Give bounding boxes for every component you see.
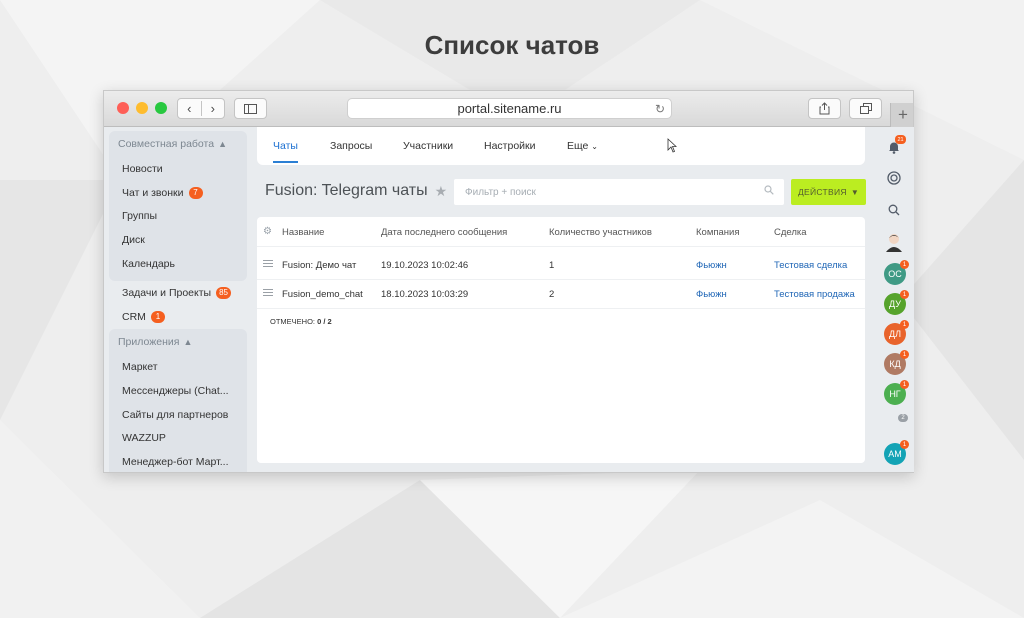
nav-item-groups[interactable]: Группы — [109, 204, 247, 228]
unread-badge: 1 — [900, 290, 909, 299]
company-link[interactable]: Фьюжн — [696, 279, 727, 309]
tab-participants[interactable]: Участники — [403, 140, 453, 152]
unread-badge: 1 — [900, 320, 909, 329]
nav-item-messengers[interactable]: Мессенджеры (Chat... — [109, 379, 247, 403]
contact-avatar[interactable]: КД 1 — [884, 350, 909, 375]
new-tab-button[interactable]: + — [890, 103, 913, 127]
nav-group-collab: Совместная работа ▲ Новости Чат и звонки 7… — [109, 131, 247, 282]
more-contacts-count[interactable]: 2 — [898, 414, 908, 422]
contact-avatar[interactable]: НГ 1 — [884, 380, 909, 405]
actions-button[interactable]: ДЕЙСТВИЯ ▼ — [791, 179, 866, 205]
left-menu: Совместная работа ▲ Новости Чат и звонки 7… — [109, 131, 247, 472]
nav-item-wazzup[interactable]: WAZZUP — [109, 427, 247, 451]
chevron-down-icon: ⌄ — [591, 142, 598, 151]
row-menu-icon[interactable] — [263, 260, 273, 269]
nav-group-apps: Приложения ▲ Маркет Мессенджеры (Chat... … — [109, 329, 247, 472]
column-header[interactable]: Сделка — [774, 217, 807, 247]
deal-link[interactable]: Тестовая продажа — [774, 279, 855, 309]
search-button[interactable] — [884, 200, 904, 220]
share-icon — [819, 102, 830, 115]
search-icon[interactable] — [764, 185, 774, 195]
user-avatar-button[interactable] — [884, 232, 904, 252]
participants-count-cell: 1 — [549, 259, 555, 271]
zoom-window-button[interactable] — [155, 102, 167, 114]
nav-item-news[interactable]: Новости — [109, 157, 247, 181]
chat-bubble-icon — [887, 171, 901, 185]
open-lines-button[interactable] — [884, 168, 904, 188]
sidebar-icon — [244, 103, 257, 114]
column-header[interactable]: Дата последнего сообщения — [381, 217, 507, 247]
caret-up-icon: ▲ — [218, 139, 227, 149]
search-icon — [888, 204, 900, 216]
deal-link[interactable]: Тестовая сделка — [774, 250, 847, 280]
sidebar-toggle-button[interactable] — [234, 98, 267, 119]
active-tab-indicator — [273, 161, 298, 163]
unread-badge: 1 — [900, 260, 909, 269]
contact-avatar[interactable]: ОС 1 — [884, 260, 909, 285]
counter-badge: 85 — [216, 287, 231, 300]
history-nav: ‹ › — [177, 98, 225, 119]
slide-title: Список чатов — [424, 30, 600, 60]
unread-badge: 1 — [900, 350, 909, 359]
chat-name-cell: Fusion_demo_chat — [282, 288, 363, 300]
participants-count-cell: 2 — [549, 288, 555, 300]
table-header: ⚙ Название Дата последнего сообщения Кол… — [257, 217, 865, 247]
contact-avatar[interactable]: ДЛ 1 — [884, 320, 909, 345]
filter-search-input[interactable]: Фильтр + поиск — [454, 179, 784, 205]
notification-count-badge: 21 — [895, 135, 906, 144]
nav-item-partner-sites[interactable]: Сайты для партнеров — [109, 403, 247, 427]
nav-item-calendar[interactable]: Календарь — [109, 252, 247, 276]
chevron-down-icon: ▼ — [850, 187, 860, 197]
address-bar[interactable]: portal.sitename.ru ↻ — [347, 98, 672, 119]
share-button[interactable] — [808, 98, 841, 119]
company-link[interactable]: Фьюжн — [696, 250, 727, 280]
column-header[interactable]: Количество участников — [549, 217, 652, 247]
nav-item-disk[interactable]: Диск — [109, 228, 247, 252]
unread-badge: 1 — [900, 380, 909, 389]
nav-group-title[interactable]: Совместная работа ▲ — [109, 135, 247, 157]
table-row[interactable]: Fusion_demo_chat 18.10.2023 10:03:29 2 Ф… — [257, 279, 865, 309]
selected-count: ОТМЕЧЕНО: 0 / 2 — [270, 317, 332, 326]
tabs-icon — [859, 103, 872, 114]
table-row[interactable]: Fusion: Демо чат 19.10.2023 10:02:46 1 Ф… — [257, 250, 865, 280]
counter-badge: 1 — [150, 311, 165, 324]
row-menu-icon[interactable] — [263, 289, 273, 298]
column-header[interactable]: Название — [282, 217, 324, 247]
caret-up-icon: ▲ — [183, 337, 193, 348]
close-window-button[interactable] — [117, 102, 129, 114]
last-message-date-cell: 19.10.2023 10:02:46 — [381, 259, 469, 271]
forward-arrow-icon[interactable]: › — [202, 101, 225, 116]
contact-avatar[interactable]: АМ 1 — [884, 440, 909, 465]
chat-name-cell: Fusion: Демо чат — [282, 259, 357, 271]
unread-badge: 1 — [900, 440, 909, 449]
nav-group-title[interactable]: Приложения ▲ — [109, 333, 247, 355]
nav-item-chat[interactable]: Чат и звонки 7 — [109, 181, 247, 205]
gear-icon[interactable]: ⚙ — [263, 226, 272, 237]
nav-item-crm[interactable]: CRM 1 — [109, 305, 247, 329]
contact-avatar[interactable]: ДУ 1 — [884, 290, 909, 315]
right-panel: 21 ОС 1 ДУ 1 ДЛ 1 КД 1 НГ 1 2 АМ 1 — [872, 127, 914, 472]
last-message-date-cell: 18.10.2023 10:03:29 — [381, 288, 469, 300]
tab-overview-button[interactable] — [849, 98, 882, 119]
nav-item-market[interactable]: Маркет — [109, 355, 247, 379]
minimize-window-button[interactable] — [136, 102, 148, 114]
column-header[interactable]: Компания — [696, 217, 739, 247]
star-icon[interactable]: ★ — [435, 183, 448, 200]
nav-item-tasks[interactable]: Задачи и Проекты 85 — [109, 281, 247, 305]
back-arrow-icon[interactable]: ‹ — [178, 101, 202, 116]
mouse-cursor-icon — [667, 138, 677, 153]
tab-chats[interactable]: Чаты — [273, 140, 298, 152]
tab-settings[interactable]: Настройки — [484, 140, 536, 152]
tab-more[interactable]: Еще ⌄ — [567, 140, 598, 152]
page-title: Fusion: Telegram чаты ★ — [265, 182, 448, 200]
counter-badge: 7 — [188, 186, 203, 199]
browser-titlebar: ‹ › portal.sitename.ru ↻ + — [104, 91, 913, 127]
user-avatar-icon — [886, 234, 902, 252]
tabs-bar: Чаты Запросы Участники Настройки Еще ⌄ — [257, 127, 865, 165]
notifications-button[interactable]: 21 — [884, 135, 906, 157]
tab-requests[interactable]: Запросы — [330, 140, 372, 152]
nav-item-manager-bot[interactable]: Менеджер-бот Март... — [109, 450, 247, 472]
reload-icon[interactable]: ↻ — [655, 102, 665, 116]
address-text: portal.sitename.ru — [457, 101, 562, 116]
